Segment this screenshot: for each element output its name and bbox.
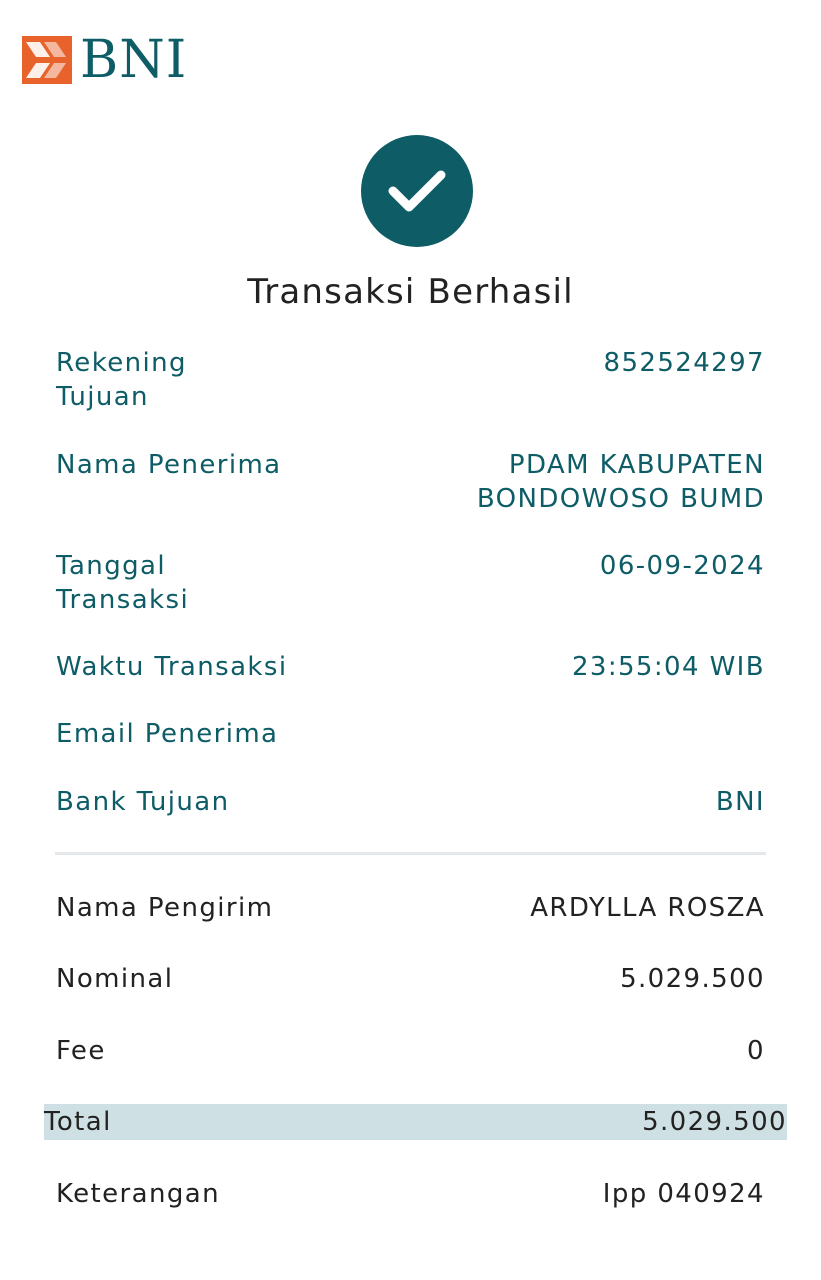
nama-penerima-row: Nama Penerima PDAM KABUPATEN BONDOWOSO B… bbox=[56, 448, 765, 516]
keterangan-value: Ipp 040924 bbox=[602, 1179, 765, 1209]
fee-row: Fee 0 bbox=[56, 1034, 765, 1068]
waktu-transaksi-label: Waktu Transaksi bbox=[56, 652, 288, 682]
bni-logo-text: BNI bbox=[80, 30, 188, 90]
tanggal-transaksi-value: 06-09-2024 bbox=[599, 551, 765, 581]
transaction-status-title: Transaksi Berhasil bbox=[247, 272, 574, 312]
waktu-transaksi-row: Waktu Transaksi 23:55:04 WIB bbox=[56, 650, 765, 684]
checkmark-icon bbox=[388, 170, 446, 212]
nominal-label: Nominal bbox=[56, 964, 174, 994]
nama-penerima-value: PDAM KABUPATEN BONDOWOSO BUMD bbox=[477, 448, 765, 516]
nama-penerima-value-line2: BONDOWOSO BUMD bbox=[476, 484, 765, 514]
nama-penerima-label: Nama Penerima bbox=[56, 450, 282, 480]
rekening-tujuan-value: 852524297 bbox=[603, 348, 765, 378]
keterangan-row: Keterangan Ipp 040924 bbox=[56, 1177, 765, 1211]
bni-logo: BNI bbox=[22, 34, 187, 86]
nama-penerima-value-line1: PDAM KABUPATEN bbox=[508, 450, 765, 480]
email-penerima-row: Email Penerima bbox=[56, 717, 765, 751]
rekening-tujuan-row: Rekening Tujuan 852524297 bbox=[56, 346, 765, 414]
nama-pengirim-label: Nama Pengirim bbox=[56, 893, 274, 923]
email-penerima-label: Email Penerima bbox=[56, 719, 279, 749]
bank-tujuan-label: Bank Tujuan bbox=[56, 787, 230, 817]
nama-pengirim-row: Nama Pengirim ARDYLLA ROSZA bbox=[56, 891, 765, 925]
fee-label: Fee bbox=[56, 1036, 106, 1066]
bank-tujuan-row: Bank Tujuan BNI bbox=[56, 785, 765, 819]
tanggal-transaksi-row: Tanggal Transaksi 06-09-2024 bbox=[56, 549, 765, 617]
total-value: 5.029.500 bbox=[642, 1107, 787, 1137]
waktu-transaksi-value: 23:55:04 WIB bbox=[571, 652, 765, 682]
nama-pengirim-value: ARDYLLA ROSZA bbox=[530, 893, 765, 923]
success-check-badge bbox=[361, 135, 473, 247]
total-label: Total bbox=[44, 1107, 112, 1137]
keterangan-label: Keterangan bbox=[56, 1179, 220, 1209]
section-divider bbox=[55, 852, 766, 855]
tanggal-transaksi-label: Tanggal Transaksi bbox=[56, 551, 190, 615]
bank-tujuan-value: BNI bbox=[715, 787, 765, 817]
bni-logo-mark-icon bbox=[22, 36, 72, 84]
total-row: Total 5.029.500 bbox=[44, 1105, 787, 1139]
rekening-tujuan-label: Rekening Tujuan bbox=[56, 348, 187, 412]
nominal-value: 5.029.500 bbox=[620, 964, 765, 994]
fee-value: 0 bbox=[747, 1036, 765, 1066]
nominal-row: Nominal 5.029.500 bbox=[56, 962, 765, 996]
